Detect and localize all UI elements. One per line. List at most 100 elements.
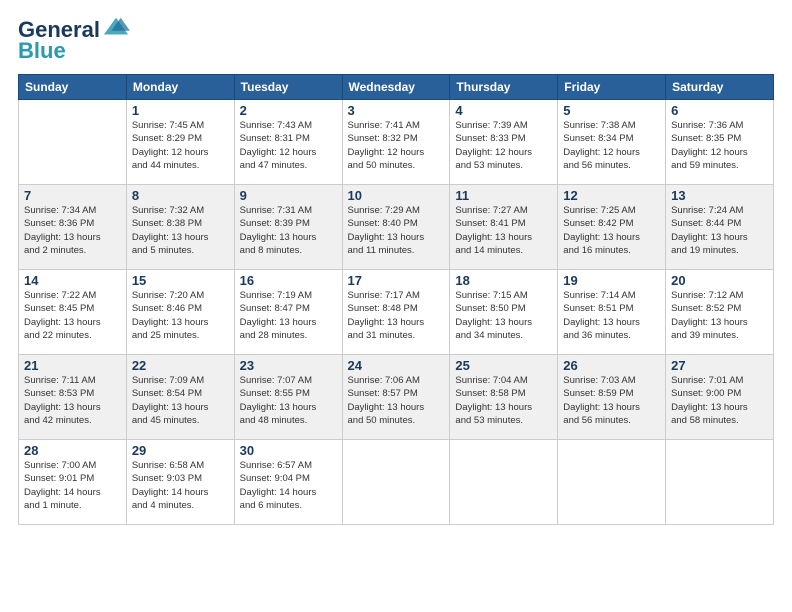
day-info: Sunrise: 7:03 AMSunset: 8:59 PMDaylight:… xyxy=(563,374,660,427)
calendar-cell: 4Sunrise: 7:39 AMSunset: 8:33 PMDaylight… xyxy=(450,100,558,185)
day-info: Sunrise: 7:04 AMSunset: 8:58 PMDaylight:… xyxy=(455,374,552,427)
day-number: 29 xyxy=(132,443,229,458)
day-number: 16 xyxy=(240,273,337,288)
day-info: Sunrise: 7:32 AMSunset: 8:38 PMDaylight:… xyxy=(132,204,229,257)
day-info: Sunrise: 7:19 AMSunset: 8:47 PMDaylight:… xyxy=(240,289,337,342)
day-number: 13 xyxy=(671,188,768,203)
day-info: Sunrise: 7:12 AMSunset: 8:52 PMDaylight:… xyxy=(671,289,768,342)
weekday-header: Wednesday xyxy=(342,75,450,100)
day-number: 21 xyxy=(24,358,121,373)
calendar-cell: 28Sunrise: 7:00 AMSunset: 9:01 PMDayligh… xyxy=(19,440,127,525)
day-number: 4 xyxy=(455,103,552,118)
day-number: 18 xyxy=(455,273,552,288)
calendar-cell: 25Sunrise: 7:04 AMSunset: 8:58 PMDayligh… xyxy=(450,355,558,440)
day-info: Sunrise: 7:00 AMSunset: 9:01 PMDaylight:… xyxy=(24,459,121,512)
day-info: Sunrise: 7:09 AMSunset: 8:54 PMDaylight:… xyxy=(132,374,229,427)
day-number: 17 xyxy=(348,273,445,288)
day-info: Sunrise: 7:38 AMSunset: 8:34 PMDaylight:… xyxy=(563,119,660,172)
day-info: Sunrise: 7:20 AMSunset: 8:46 PMDaylight:… xyxy=(132,289,229,342)
calendar-cell: 11Sunrise: 7:27 AMSunset: 8:41 PMDayligh… xyxy=(450,185,558,270)
day-number: 14 xyxy=(24,273,121,288)
day-number: 11 xyxy=(455,188,552,203)
day-info: Sunrise: 7:11 AMSunset: 8:53 PMDaylight:… xyxy=(24,374,121,427)
calendar-cell xyxy=(19,100,127,185)
calendar-cell: 9Sunrise: 7:31 AMSunset: 8:39 PMDaylight… xyxy=(234,185,342,270)
calendar-cell: 12Sunrise: 7:25 AMSunset: 8:42 PMDayligh… xyxy=(558,185,666,270)
day-number: 28 xyxy=(24,443,121,458)
calendar-cell: 18Sunrise: 7:15 AMSunset: 8:50 PMDayligh… xyxy=(450,270,558,355)
day-info: Sunrise: 7:43 AMSunset: 8:31 PMDaylight:… xyxy=(240,119,337,172)
day-number: 12 xyxy=(563,188,660,203)
calendar-cell: 15Sunrise: 7:20 AMSunset: 8:46 PMDayligh… xyxy=(126,270,234,355)
calendar-cell xyxy=(450,440,558,525)
day-info: Sunrise: 7:07 AMSunset: 8:55 PMDaylight:… xyxy=(240,374,337,427)
calendar: SundayMondayTuesdayWednesdayThursdayFrid… xyxy=(18,74,774,525)
day-info: Sunrise: 7:06 AMSunset: 8:57 PMDaylight:… xyxy=(348,374,445,427)
day-number: 15 xyxy=(132,273,229,288)
calendar-cell: 7Sunrise: 7:34 AMSunset: 8:36 PMDaylight… xyxy=(19,185,127,270)
day-number: 6 xyxy=(671,103,768,118)
day-info: Sunrise: 7:24 AMSunset: 8:44 PMDaylight:… xyxy=(671,204,768,257)
calendar-cell: 20Sunrise: 7:12 AMSunset: 8:52 PMDayligh… xyxy=(666,270,774,355)
day-number: 8 xyxy=(132,188,229,203)
day-info: Sunrise: 7:25 AMSunset: 8:42 PMDaylight:… xyxy=(563,204,660,257)
calendar-cell: 30Sunrise: 6:57 AMSunset: 9:04 PMDayligh… xyxy=(234,440,342,525)
day-info: Sunrise: 7:34 AMSunset: 8:36 PMDaylight:… xyxy=(24,204,121,257)
calendar-cell: 21Sunrise: 7:11 AMSunset: 8:53 PMDayligh… xyxy=(19,355,127,440)
day-number: 26 xyxy=(563,358,660,373)
day-number: 9 xyxy=(240,188,337,203)
day-info: Sunrise: 7:31 AMSunset: 8:39 PMDaylight:… xyxy=(240,204,337,257)
day-info: Sunrise: 7:45 AMSunset: 8:29 PMDaylight:… xyxy=(132,119,229,172)
calendar-cell: 2Sunrise: 7:43 AMSunset: 8:31 PMDaylight… xyxy=(234,100,342,185)
day-number: 23 xyxy=(240,358,337,373)
day-info: Sunrise: 6:58 AMSunset: 9:03 PMDaylight:… xyxy=(132,459,229,512)
calendar-cell xyxy=(666,440,774,525)
calendar-week-row: 21Sunrise: 7:11 AMSunset: 8:53 PMDayligh… xyxy=(19,355,774,440)
calendar-cell: 24Sunrise: 7:06 AMSunset: 8:57 PMDayligh… xyxy=(342,355,450,440)
day-number: 3 xyxy=(348,103,445,118)
day-number: 2 xyxy=(240,103,337,118)
day-info: Sunrise: 7:01 AMSunset: 9:00 PMDaylight:… xyxy=(671,374,768,427)
day-info: Sunrise: 7:15 AMSunset: 8:50 PMDaylight:… xyxy=(455,289,552,342)
calendar-cell: 14Sunrise: 7:22 AMSunset: 8:45 PMDayligh… xyxy=(19,270,127,355)
weekday-header: Tuesday xyxy=(234,75,342,100)
page: General Blue SundayMondayTuesdayWednesda… xyxy=(0,0,792,535)
calendar-cell: 17Sunrise: 7:17 AMSunset: 8:48 PMDayligh… xyxy=(342,270,450,355)
calendar-cell: 22Sunrise: 7:09 AMSunset: 8:54 PMDayligh… xyxy=(126,355,234,440)
calendar-cell: 6Sunrise: 7:36 AMSunset: 8:35 PMDaylight… xyxy=(666,100,774,185)
weekday-header: Friday xyxy=(558,75,666,100)
calendar-cell: 10Sunrise: 7:29 AMSunset: 8:40 PMDayligh… xyxy=(342,185,450,270)
day-number: 27 xyxy=(671,358,768,373)
weekday-header: Sunday xyxy=(19,75,127,100)
weekday-header: Saturday xyxy=(666,75,774,100)
calendar-week-row: 14Sunrise: 7:22 AMSunset: 8:45 PMDayligh… xyxy=(19,270,774,355)
day-number: 5 xyxy=(563,103,660,118)
day-number: 22 xyxy=(132,358,229,373)
day-number: 24 xyxy=(348,358,445,373)
day-info: Sunrise: 7:14 AMSunset: 8:51 PMDaylight:… xyxy=(563,289,660,342)
logo: General Blue xyxy=(18,18,130,64)
calendar-cell: 8Sunrise: 7:32 AMSunset: 8:38 PMDaylight… xyxy=(126,185,234,270)
calendar-header-row: SundayMondayTuesdayWednesdayThursdayFrid… xyxy=(19,75,774,100)
calendar-week-row: 7Sunrise: 7:34 AMSunset: 8:36 PMDaylight… xyxy=(19,185,774,270)
calendar-cell: 26Sunrise: 7:03 AMSunset: 8:59 PMDayligh… xyxy=(558,355,666,440)
calendar-cell: 3Sunrise: 7:41 AMSunset: 8:32 PMDaylight… xyxy=(342,100,450,185)
calendar-cell xyxy=(558,440,666,525)
calendar-cell: 5Sunrise: 7:38 AMSunset: 8:34 PMDaylight… xyxy=(558,100,666,185)
calendar-cell: 19Sunrise: 7:14 AMSunset: 8:51 PMDayligh… xyxy=(558,270,666,355)
day-number: 20 xyxy=(671,273,768,288)
day-number: 30 xyxy=(240,443,337,458)
day-info: Sunrise: 7:39 AMSunset: 8:33 PMDaylight:… xyxy=(455,119,552,172)
day-info: Sunrise: 7:17 AMSunset: 8:48 PMDaylight:… xyxy=(348,289,445,342)
calendar-cell: 16Sunrise: 7:19 AMSunset: 8:47 PMDayligh… xyxy=(234,270,342,355)
calendar-week-row: 28Sunrise: 7:00 AMSunset: 9:01 PMDayligh… xyxy=(19,440,774,525)
day-number: 1 xyxy=(132,103,229,118)
calendar-cell: 23Sunrise: 7:07 AMSunset: 8:55 PMDayligh… xyxy=(234,355,342,440)
calendar-week-row: 1Sunrise: 7:45 AMSunset: 8:29 PMDaylight… xyxy=(19,100,774,185)
calendar-cell: 13Sunrise: 7:24 AMSunset: 8:44 PMDayligh… xyxy=(666,185,774,270)
day-info: Sunrise: 7:41 AMSunset: 8:32 PMDaylight:… xyxy=(348,119,445,172)
calendar-cell: 27Sunrise: 7:01 AMSunset: 9:00 PMDayligh… xyxy=(666,355,774,440)
calendar-cell: 1Sunrise: 7:45 AMSunset: 8:29 PMDaylight… xyxy=(126,100,234,185)
header: General Blue xyxy=(18,18,774,64)
day-info: Sunrise: 7:36 AMSunset: 8:35 PMDaylight:… xyxy=(671,119,768,172)
